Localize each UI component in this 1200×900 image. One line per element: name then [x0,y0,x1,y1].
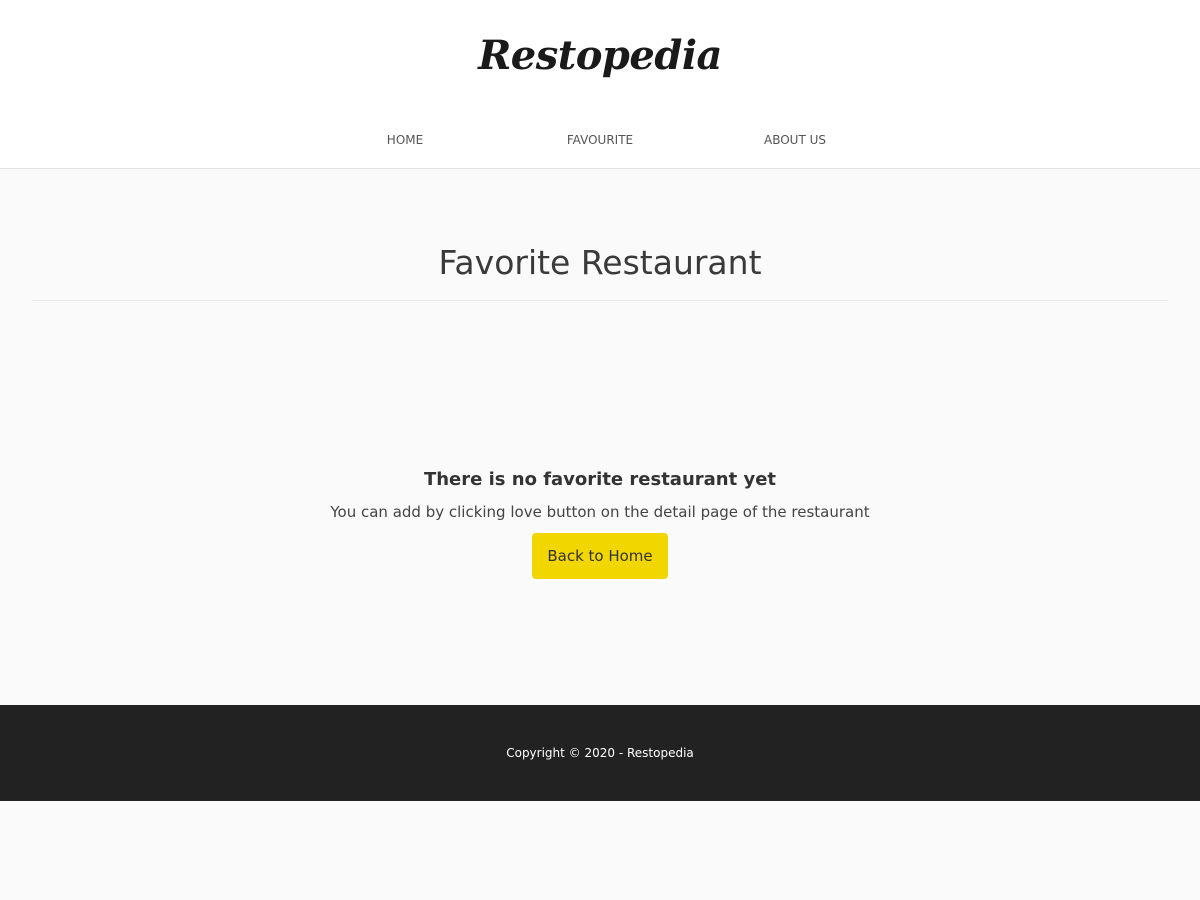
main-nav: HOME FAVOURITE ABOUT US [0,128,1200,152]
brand-logo[interactable]: Restopedia [0,28,1200,84]
back-to-home-button[interactable]: Back to Home [532,533,668,579]
page-title: Favorite Restaurant [438,243,762,282]
empty-state-heading: There is no favorite restaurant yet [423,469,777,490]
nav-item-home[interactable]: HOME [305,128,505,152]
copyright-text: Copyright © 2020 - Restopedia [506,746,694,760]
nav-item-about-us[interactable]: ABOUT US [695,128,895,152]
footer: Copyright © 2020 - Restopedia [0,705,1200,801]
app-header: Restopedia HOME FAVOURITE ABOUT US [0,0,1200,169]
empty-state-description: You can add by clicking love button on t… [330,503,870,521]
nav-item-favourite[interactable]: FAVOURITE [500,128,700,152]
title-divider [32,300,1168,301]
